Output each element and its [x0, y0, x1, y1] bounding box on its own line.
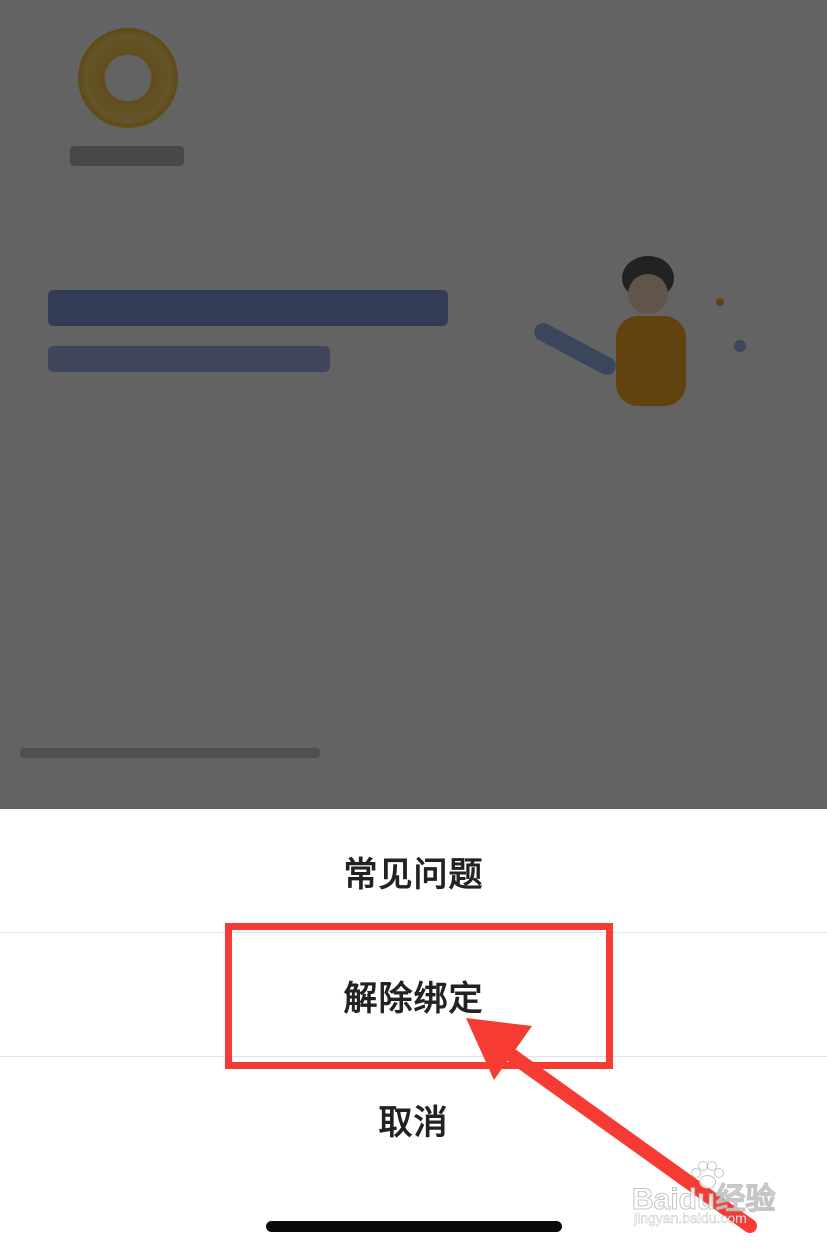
watermark: Baidu经验 jingyan.baidu.com — [631, 1160, 792, 1230]
modal-overlay[interactable] — [0, 0, 827, 809]
home-indicator — [266, 1221, 562, 1232]
watermark-url: jingyan.baidu.com — [634, 1210, 747, 1226]
faq-button[interactable]: 常见问题 — [0, 809, 827, 933]
highlight-box — [225, 923, 613, 1069]
